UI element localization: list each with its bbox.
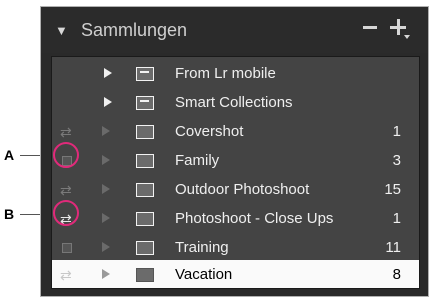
disclosure-triangle-icon [102, 155, 110, 165]
callout-a-highlight-circle [53, 142, 79, 168]
collections-list: From Lr mobile Smart Collections ⇄ Cover… [51, 56, 420, 289]
callout-b-letter: B [4, 206, 15, 222]
callout-b-highlight-circle [53, 200, 79, 226]
collection-icon [136, 154, 154, 168]
collection-icon [136, 183, 154, 197]
disclosure-triangle-icon [102, 184, 110, 194]
row-label: Training [175, 239, 229, 256]
row-count: 3 [392, 152, 401, 169]
collection-row-selected[interactable]: ⇄ Vacation 8 [52, 260, 419, 288]
panel-title[interactable]: Sammlungen [81, 20, 187, 41]
row-label: From Lr mobile [175, 65, 276, 82]
collection-icon [136, 268, 154, 282]
collection-row[interactable]: Family 3 [52, 146, 419, 175]
disclosure-triangle-icon[interactable] [104, 68, 112, 78]
plus-icon[interactable] [390, 19, 410, 39]
row-count: 1 [392, 123, 401, 140]
collection-row[interactable]: ⇄ Photoshoot - Close Ups 1 [52, 204, 419, 233]
row-label: Covershot [175, 123, 244, 140]
panel-header[interactable]: ▼ Sammlungen [41, 7, 428, 53]
row-label: Smart Collections [175, 94, 293, 111]
collection-set-icon [136, 96, 154, 110]
callout-a-letter: A [4, 147, 15, 163]
collection-icon [136, 125, 154, 139]
collection-row[interactable]: ⇄ Outdoor Photoshoot 15 [52, 175, 419, 204]
collection-set-icon [136, 67, 154, 81]
collection-row[interactable]: Training 11 [52, 233, 419, 262]
collections-panel: ▼ Sammlungen From Lr mobile Smart Collec… [40, 6, 429, 297]
row-label: Family [175, 152, 220, 169]
disclosure-triangle-icon [102, 269, 110, 279]
disclosure-triangle-icon[interactable] [104, 97, 112, 107]
sync-icon[interactable]: ⇄ [60, 124, 72, 141]
collapse-triangle-icon[interactable]: ▼ [55, 23, 68, 38]
disclosure-triangle-icon [102, 213, 110, 223]
sync-icon[interactable]: ⇄ [60, 182, 72, 199]
row-count: 8 [392, 266, 401, 283]
collection-set-row[interactable]: Smart Collections [52, 88, 419, 117]
row-label: Outdoor Photoshoot [175, 181, 310, 198]
collection-icon [136, 212, 154, 226]
collection-icon [136, 241, 154, 255]
minus-icon[interactable] [363, 26, 377, 29]
row-label: Photoshoot - Close Ups [175, 210, 334, 227]
row-label: Vacation [175, 266, 233, 283]
collection-row[interactable]: ⇄ Covershot 1 [52, 117, 419, 146]
row-count: 15 [384, 181, 401, 198]
collection-set-row[interactable]: From Lr mobile [52, 59, 419, 88]
row-count: 1 [392, 210, 401, 227]
plus-dropdown-caret-icon[interactable] [404, 35, 410, 39]
sync-icon[interactable]: ⇄ [60, 267, 72, 284]
row-count: 11 [385, 239, 401, 256]
disclosure-triangle-icon [102, 242, 110, 252]
disclosure-triangle-icon [102, 126, 110, 136]
checkbox-icon[interactable] [62, 243, 72, 253]
